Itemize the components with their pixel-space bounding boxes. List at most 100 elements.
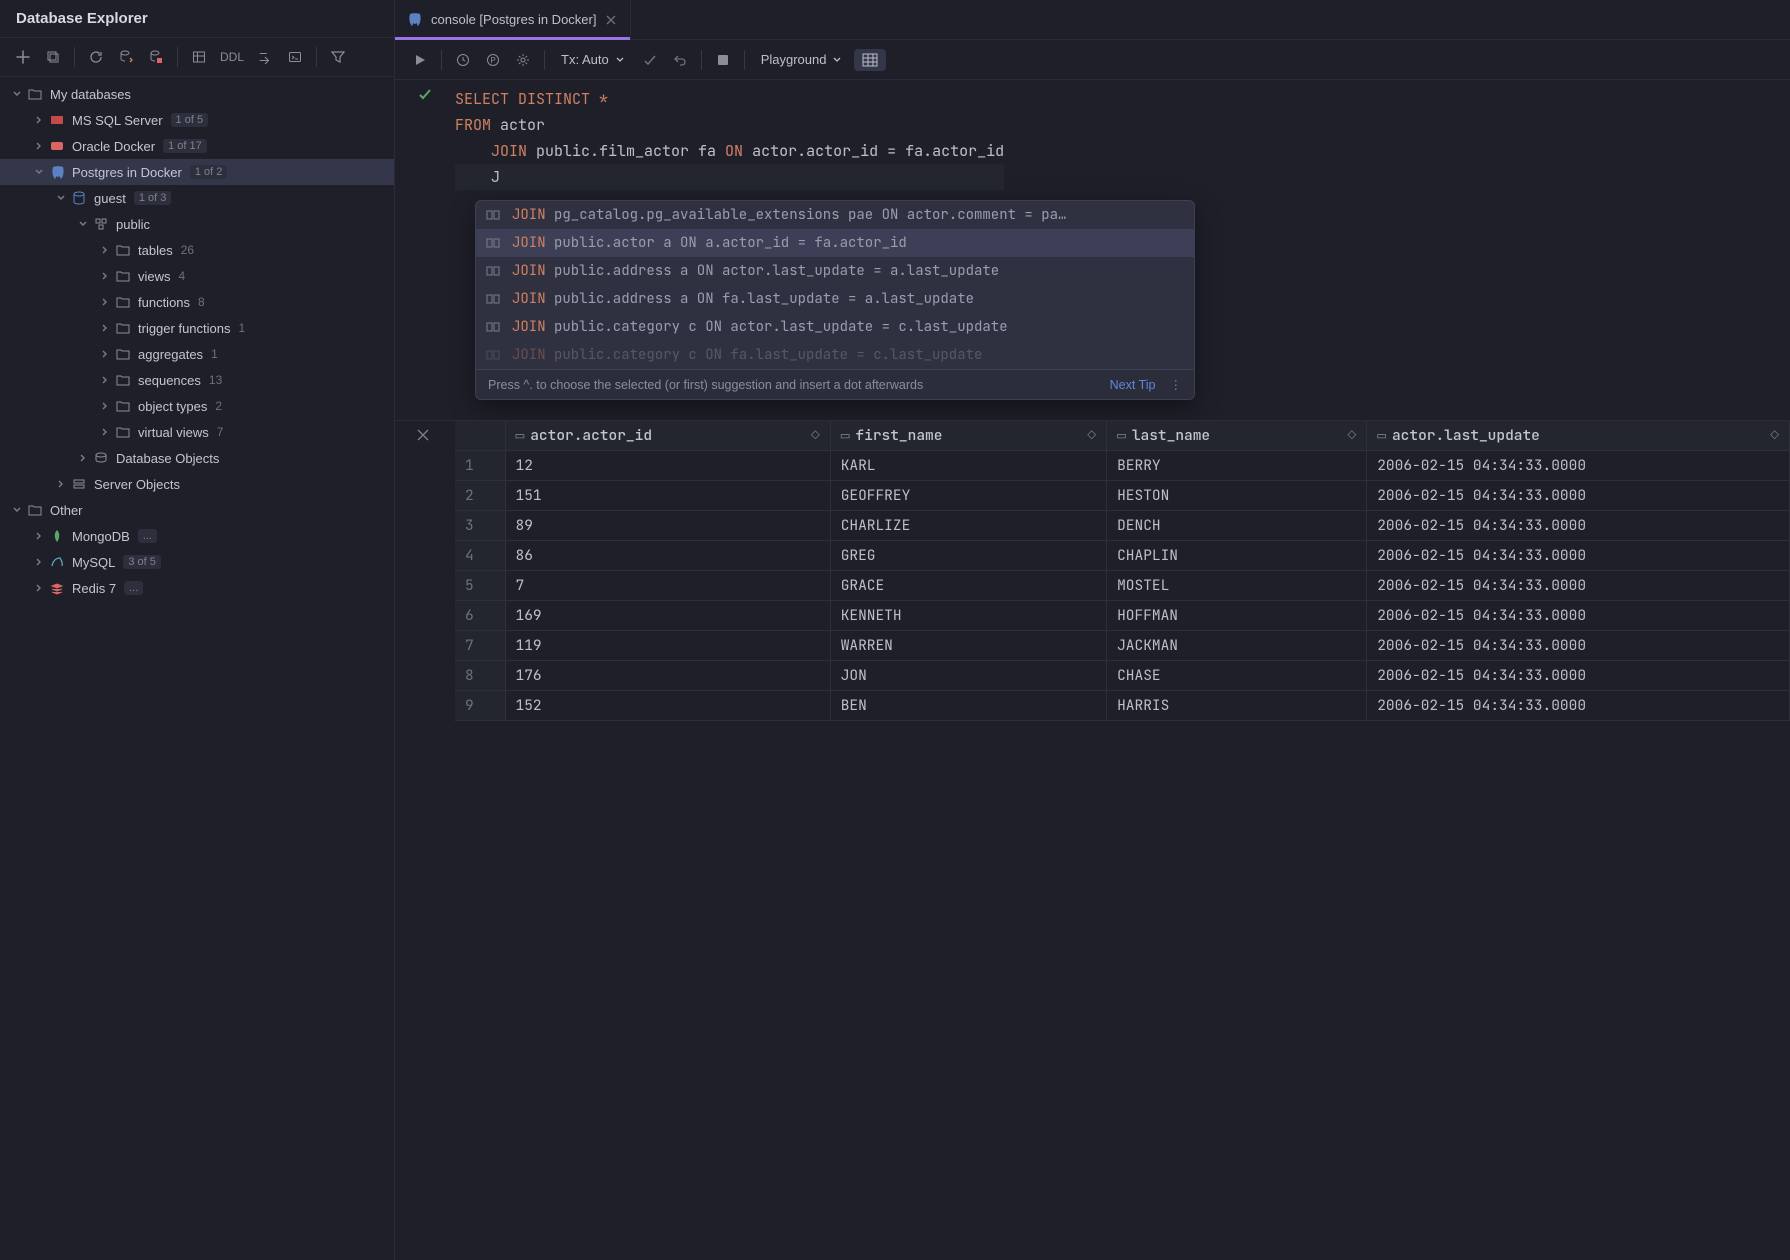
table-row[interactable]: 6169KENNETHHOFFMAN2006-02-15 04:34:33.00… (455, 601, 1790, 631)
column-header[interactable]: ▭actor.actor_id◇ (505, 421, 830, 451)
column-header[interactable]: ▭first_name◇ (830, 421, 1106, 451)
cell[interactable]: 119 (505, 631, 830, 661)
cell[interactable]: 2006-02-15 04:34:33.0000 (1367, 541, 1790, 571)
cell[interactable]: 2006-02-15 04:34:33.0000 (1367, 481, 1790, 511)
sort-icon[interactable]: ◇ (1087, 426, 1096, 445)
stop-icon[interactable] (710, 47, 736, 73)
completion-item[interactable]: JOIN public.address a ON fa.last_update … (476, 285, 1194, 313)
in-editor-results-icon[interactable] (854, 49, 886, 71)
filter-icon[interactable] (325, 44, 351, 70)
cell[interactable]: WARREN (830, 631, 1106, 661)
tree-item[interactable]: My databases (0, 81, 394, 107)
chevron-right-icon[interactable] (32, 531, 46, 541)
settings-icon[interactable] (510, 47, 536, 73)
cell[interactable]: 169 (505, 601, 830, 631)
sort-icon[interactable]: ◇ (1770, 426, 1779, 445)
tree-item[interactable]: Other (0, 497, 394, 523)
chevron-down-icon[interactable] (32, 167, 46, 177)
chevron-right-icon[interactable] (76, 453, 90, 463)
chevron-right-icon[interactable] (32, 557, 46, 567)
chevron-right-icon[interactable] (98, 401, 112, 411)
chevron-right-icon[interactable] (98, 245, 112, 255)
cell[interactable]: GEOFFREY (830, 481, 1106, 511)
chevron-right-icon[interactable] (32, 583, 46, 593)
completion-item[interactable]: JOIN pg_catalog.pg_available_extensions … (476, 201, 1194, 229)
table-row[interactable]: 2151GEOFFREYHESTON2006-02-15 04:34:33.00… (455, 481, 1790, 511)
chevron-down-icon[interactable] (76, 219, 90, 229)
datasource-refresh-icon[interactable] (113, 44, 139, 70)
cell[interactable]: 2006-02-15 04:34:33.0000 (1367, 691, 1790, 721)
completion-item[interactable]: JOIN public.actor a ON a.actor_id = fa.a… (476, 229, 1194, 257)
console-icon[interactable] (282, 44, 308, 70)
chevron-down-icon[interactable] (54, 193, 68, 203)
tree-item[interactable]: MS SQL Server1 of 5 (0, 107, 394, 133)
editor-line[interactable]: J (455, 164, 1004, 190)
table-row[interactable]: 8176JONCHASE2006-02-15 04:34:33.0000 (455, 661, 1790, 691)
cell[interactable]: 2006-02-15 04:34:33.0000 (1367, 631, 1790, 661)
column-header[interactable]: ▭actor.last_update◇ (1367, 421, 1790, 451)
results-table[interactable]: ▭actor.actor_id◇▭first_name◇▭last_name◇▭… (455, 421, 1790, 721)
cell[interactable]: GRACE (830, 571, 1106, 601)
tree-item[interactable]: Redis 7... (0, 575, 394, 601)
cell[interactable]: 2006-02-15 04:34:33.0000 (1367, 571, 1790, 601)
popup-more-icon[interactable]: ⋮ (1170, 377, 1183, 392)
add-icon[interactable] (10, 44, 36, 70)
chevron-right-icon[interactable] (32, 115, 46, 125)
cell[interactable]: 2006-02-15 04:34:33.0000 (1367, 451, 1790, 481)
tree-item[interactable]: trigger functions1 (0, 315, 394, 341)
chevron-right-icon[interactable] (54, 479, 68, 489)
tree-item[interactable]: tables26 (0, 237, 394, 263)
commit-icon[interactable] (637, 47, 663, 73)
sort-icon[interactable]: ◇ (811, 426, 820, 445)
cell[interactable]: HESTON (1107, 481, 1367, 511)
cell[interactable]: CHASE (1107, 661, 1367, 691)
table-row[interactable]: 9152BENHARRIS2006-02-15 04:34:33.0000 (455, 691, 1790, 721)
chevron-down-icon[interactable] (10, 89, 24, 99)
cell[interactable]: HARRIS (1107, 691, 1367, 721)
chevron-right-icon[interactable] (98, 297, 112, 307)
editor-line[interactable]: SELECT DISTINCT * (455, 86, 1004, 112)
cell[interactable]: 176 (505, 661, 830, 691)
cell[interactable]: GREG (830, 541, 1106, 571)
close-icon[interactable] (604, 13, 618, 27)
cell[interactable]: 86 (505, 541, 830, 571)
tree-item[interactable]: Postgres in Docker1 of 2 (0, 159, 394, 185)
cell[interactable]: JON (830, 661, 1106, 691)
completion-item[interactable]: JOIN public.category c ON actor.last_upd… (476, 313, 1194, 341)
tree-item[interactable]: views4 (0, 263, 394, 289)
cell[interactable]: CHAPLIN (1107, 541, 1367, 571)
editor-lines[interactable]: SELECT DISTINCT *FROM actor JOIN public.… (455, 80, 1004, 210)
tree-item[interactable]: public (0, 211, 394, 237)
cell[interactable]: CHARLIZE (830, 511, 1106, 541)
cell[interactable]: 12 (505, 451, 830, 481)
completion-item[interactable]: JOIN public.address a ON actor.last_upda… (476, 257, 1194, 285)
cell[interactable]: BERRY (1107, 451, 1367, 481)
explain-plan-icon[interactable]: P (480, 47, 506, 73)
database-tree[interactable]: My databasesMS SQL Server1 of 5Oracle Do… (0, 77, 394, 1260)
cell[interactable]: 151 (505, 481, 830, 511)
refresh-icon[interactable] (83, 44, 109, 70)
cell[interactable]: JACKMAN (1107, 631, 1367, 661)
tree-item[interactable]: Server Objects (0, 471, 394, 497)
chevron-down-icon[interactable] (10, 505, 24, 515)
table-row[interactable]: 389CHARLIZEDENCH2006-02-15 04:34:33.0000 (455, 511, 1790, 541)
cell[interactable]: 2006-02-15 04:34:33.0000 (1367, 601, 1790, 631)
history-icon[interactable] (450, 47, 476, 73)
table-view-icon[interactable] (186, 44, 212, 70)
duplicate-icon[interactable] (40, 44, 66, 70)
tree-item[interactable]: virtual views7 (0, 419, 394, 445)
cell[interactable]: KARL (830, 451, 1106, 481)
tree-item[interactable]: guest1 of 3 (0, 185, 394, 211)
cell[interactable]: 2006-02-15 04:34:33.0000 (1367, 511, 1790, 541)
cell[interactable]: HOFFMAN (1107, 601, 1367, 631)
completion-item[interactable]: JOIN public.category c ON fa.last_update… (476, 341, 1194, 369)
table-row[interactable]: 112KARLBERRY2006-02-15 04:34:33.0000 (455, 451, 1790, 481)
navigate-icon[interactable] (252, 44, 278, 70)
table-row[interactable]: 7119WARRENJACKMAN2006-02-15 04:34:33.000… (455, 631, 1790, 661)
chevron-right-icon[interactable] (98, 271, 112, 281)
rollback-icon[interactable] (667, 47, 693, 73)
playground-dropdown[interactable]: Playground (753, 48, 851, 71)
tab-console[interactable]: console [Postgres in Docker] (395, 0, 631, 39)
tree-item[interactable]: Database Objects (0, 445, 394, 471)
editor-line[interactable]: FROM actor (455, 112, 1004, 138)
